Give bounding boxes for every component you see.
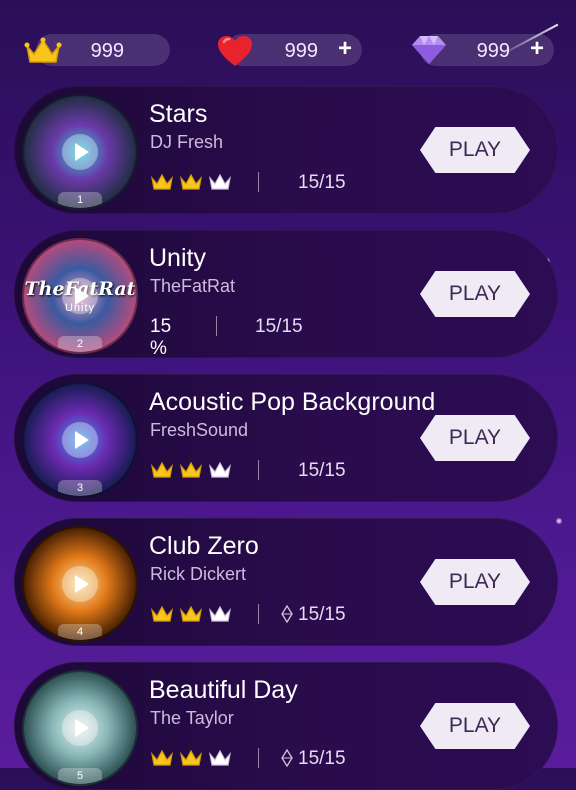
crown-filled-icon [151, 749, 173, 766]
play-button[interactable]: PLAY [420, 703, 530, 749]
song-artist: Rick Dickert [150, 564, 247, 584]
song-number: 2 [58, 336, 102, 352]
preview-play-icon[interactable] [62, 134, 98, 170]
song-list-screen: { "top_bar": { "crowns": { "icon": "crow… [0, 0, 576, 790]
song-card[interactable]: 5 Beautiful Day The Taylor 15/15 PLAY [14, 662, 558, 790]
crown-empty-icon [209, 749, 231, 766]
preview-play-icon[interactable] [62, 278, 98, 314]
divider [216, 316, 217, 336]
tile-count: 15/15 [255, 316, 303, 337]
album-cover[interactable]: TheFatRat Unity 2 [22, 238, 138, 354]
heart-icon [218, 36, 252, 66]
song-card[interactable]: 4 Club Zero Rick Dickert 15/15 PLAY [14, 518, 558, 646]
song-title: Club Zero [149, 532, 259, 560]
song-title: Stars [149, 100, 208, 128]
resource-bar: 999 999 + 999 + [0, 30, 576, 70]
crown-empty-icon [209, 605, 231, 622]
gems-value: 999 [476, 40, 510, 62]
song-artist: The Taylor [150, 708, 234, 728]
divider [258, 460, 259, 480]
diamond-icon [412, 36, 446, 64]
crown-filled-icon [180, 749, 202, 766]
crowns-value: 999 [90, 40, 124, 62]
play-button[interactable]: PLAY [420, 127, 530, 173]
add-lives-button[interactable]: + [338, 36, 352, 62]
preview-play-icon[interactable] [62, 710, 98, 746]
tile-count: 15/15 [298, 604, 346, 625]
song-number: 3 [58, 480, 102, 496]
play-button[interactable]: PLAY [420, 271, 530, 317]
album-cover[interactable]: 5 [22, 670, 138, 786]
crown-rating [150, 460, 234, 480]
tile-count: 15/15 [298, 460, 346, 481]
play-button[interactable]: PLAY [420, 415, 530, 461]
progress-percent: 15 % [150, 316, 172, 359]
crown-rating [150, 604, 234, 624]
crown-empty-icon [209, 173, 231, 190]
crown-filled-icon [151, 461, 173, 478]
album-cover[interactable]: 3 [22, 382, 138, 498]
song-artist: DJ Fresh [150, 132, 224, 152]
album-cover[interactable]: 1 [22, 94, 138, 210]
song-title: Beautiful Day [149, 676, 298, 704]
gem-outline-icon [281, 749, 293, 767]
crown-filled-icon [180, 173, 202, 190]
song-number: 1 [58, 192, 102, 208]
song-artist: TheFatRat [150, 276, 236, 296]
divider [258, 172, 259, 192]
song-card[interactable]: TheFatRat Unity 2 Unity TheFatRat 15 % 1… [14, 230, 558, 359]
lives-value: 999 [284, 40, 318, 62]
gem-outline-icon [281, 605, 293, 623]
crown-filled-icon [151, 605, 173, 622]
crown-rating [150, 748, 234, 768]
song-number: 5 [58, 768, 102, 784]
album-cover[interactable]: 4 [22, 526, 138, 642]
song-card[interactable]: 3 Acoustic Pop Background FreshSound 15/… [14, 374, 558, 502]
song-number: 4 [58, 624, 102, 640]
tile-count: 15/15 [298, 748, 346, 769]
divider [258, 748, 259, 768]
song-card[interactable]: 1 Stars DJ Fresh 15/15 PLAY [14, 86, 558, 214]
add-gems-button[interactable]: + [530, 36, 544, 62]
crown-rating [150, 172, 234, 192]
song-title: Acoustic Pop Background [149, 388, 436, 416]
preview-play-icon[interactable] [62, 422, 98, 458]
crown-filled-icon [180, 605, 202, 622]
sparkle [556, 518, 562, 524]
song-title: Unity [149, 244, 206, 272]
crown-filled-icon [151, 173, 173, 190]
play-button[interactable]: PLAY [420, 559, 530, 605]
preview-play-icon[interactable] [62, 566, 98, 602]
divider [258, 604, 259, 624]
tile-count: 15/15 [298, 172, 346, 193]
song-artist: FreshSound [150, 420, 249, 440]
crown-icon [24, 37, 62, 63]
crown-empty-icon [209, 461, 231, 478]
crown-filled-icon [180, 461, 202, 478]
